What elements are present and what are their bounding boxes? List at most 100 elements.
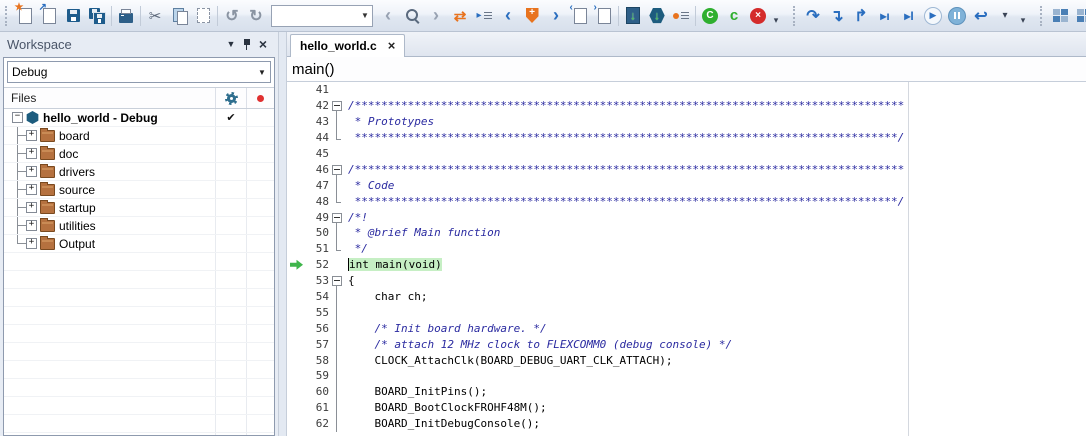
breakpoints-window-icon[interactable] bbox=[669, 3, 693, 29]
breakpoint-gutter[interactable] bbox=[287, 400, 307, 416]
toolbar-overflow-button[interactable]: ▾ bbox=[770, 4, 782, 28]
fold-column[interactable] bbox=[329, 161, 346, 177]
tab-hello-world-c[interactable]: hello_world.c × bbox=[290, 34, 405, 57]
download-and-debug-icon[interactable]: ↓ bbox=[645, 3, 669, 29]
redo-icon[interactable]: ↻ bbox=[244, 3, 268, 29]
tab-close-icon[interactable]: × bbox=[388, 40, 396, 52]
breakpoint-gutter[interactable] bbox=[287, 225, 307, 241]
save-icon[interactable] bbox=[61, 3, 85, 29]
code-text[interactable]: BOARD_InitDebugConsole(); bbox=[348, 417, 540, 430]
workspace-menu-icon[interactable]: ▼ bbox=[223, 36, 239, 52]
tree-item-doc[interactable]: +doc bbox=[4, 145, 274, 163]
breakpoint-gutter[interactable] bbox=[287, 368, 307, 384]
breakpoint-gutter[interactable] bbox=[287, 416, 307, 432]
rebuild-all-icon[interactable]: C bbox=[698, 3, 722, 29]
breakpoint-gutter[interactable] bbox=[287, 304, 307, 320]
fold-column[interactable] bbox=[329, 273, 346, 289]
step-over-icon[interactable]: ↷ bbox=[801, 3, 825, 29]
tree-item-source[interactable]: +source bbox=[4, 181, 274, 199]
tree-expander-icon[interactable]: + bbox=[26, 184, 37, 195]
code-text[interactable]: ****************************************… bbox=[348, 195, 904, 208]
reset-icon[interactable]: ↩ bbox=[969, 3, 993, 29]
breakpoint-gutter[interactable] bbox=[287, 273, 307, 289]
copy-icon[interactable] bbox=[167, 3, 191, 29]
tree-expander-icon[interactable]: + bbox=[26, 148, 37, 159]
tree-item-startup[interactable]: +startup bbox=[4, 199, 274, 217]
print-icon[interactable] bbox=[114, 3, 138, 29]
tree-item-board[interactable]: +board bbox=[4, 127, 274, 145]
code-text[interactable]: int main(void) bbox=[348, 258, 442, 271]
code-text[interactable]: BOARD_InitPins(); bbox=[348, 385, 487, 398]
compile-icon[interactable]: c bbox=[722, 3, 746, 29]
code-text[interactable]: * Prototypes bbox=[348, 115, 434, 128]
step-out-icon[interactable]: ↱ bbox=[849, 3, 873, 29]
navigate-swap-icon[interactable]: ⇄ bbox=[448, 3, 472, 29]
code-text[interactable]: /* attach 12 MHz clock to FLEXCOMM0 (deb… bbox=[348, 338, 732, 351]
code-text[interactable]: * @brief Main function bbox=[348, 226, 500, 239]
prev-bookmark-icon[interactable]: ‹ bbox=[496, 3, 520, 29]
breakpoint-gutter[interactable] bbox=[287, 161, 307, 177]
breakpoint-gutter[interactable] bbox=[287, 82, 307, 98]
tree-expander-icon[interactable]: + bbox=[26, 238, 37, 249]
fold-column[interactable] bbox=[329, 98, 346, 114]
cut-icon[interactable]: ✂ bbox=[143, 3, 167, 29]
tree-expander-icon[interactable]: + bbox=[26, 130, 37, 141]
tree-item-output[interactable]: +Output bbox=[4, 235, 274, 253]
registers-window-icon[interactable] bbox=[1048, 3, 1072, 29]
code-text[interactable]: /*! bbox=[348, 211, 368, 224]
code-text[interactable]: BOARD_BootClockFROHF48M(); bbox=[348, 401, 547, 414]
toggle-bookmark-shield-icon[interactable]: + bbox=[520, 3, 544, 29]
prev-file-icon[interactable]: ‹ bbox=[568, 3, 592, 29]
code-text[interactable]: */ bbox=[348, 242, 368, 255]
save-all-icon[interactable] bbox=[85, 3, 109, 29]
workspace-pin-icon[interactable] bbox=[239, 36, 255, 52]
stop-build-icon[interactable]: × bbox=[746, 3, 770, 29]
breakpoint-gutter[interactable] bbox=[287, 209, 307, 225]
breakpoint-gutter[interactable] bbox=[287, 352, 307, 368]
tree-item-drivers[interactable]: +drivers bbox=[4, 163, 274, 181]
fold-collapse-icon[interactable] bbox=[332, 276, 342, 286]
configuration-select[interactable]: Debug ▼ bbox=[7, 61, 271, 83]
breakpoint-gutter[interactable] bbox=[287, 320, 307, 336]
code-text[interactable]: { bbox=[348, 274, 355, 287]
breakpoint-gutter[interactable] bbox=[287, 257, 307, 273]
paste-icon[interactable] bbox=[191, 3, 215, 29]
code-area[interactable]: 4142/***********************************… bbox=[287, 82, 1086, 436]
breakpoint-gutter[interactable] bbox=[287, 114, 307, 130]
settings-column[interactable] bbox=[215, 88, 246, 108]
code-text[interactable]: * Code bbox=[348, 179, 394, 192]
code-text[interactable]: /* Init board hardware. */ bbox=[348, 322, 547, 335]
new-document-icon[interactable]: ★ bbox=[13, 3, 37, 29]
make-download-icon[interactable]: ↓ bbox=[621, 3, 645, 29]
breakpoint-gutter[interactable] bbox=[287, 98, 307, 114]
next-bookmark-icon[interactable]: › bbox=[544, 3, 568, 29]
next-statement-icon[interactable]: ▸ı bbox=[873, 3, 897, 29]
breakpoint-gutter[interactable] bbox=[287, 336, 307, 352]
bookmark-list-icon[interactable]: ▸ bbox=[472, 3, 496, 29]
code-text[interactable]: /***************************************… bbox=[348, 163, 904, 176]
go-icon[interactable]: ▶ bbox=[921, 3, 945, 29]
breakpoint-gutter[interactable] bbox=[287, 193, 307, 209]
find-next-icon[interactable]: › bbox=[424, 3, 448, 29]
tree-expander-icon[interactable]: − bbox=[12, 112, 23, 123]
breakpoint-gutter[interactable] bbox=[287, 146, 307, 162]
tree-expander-icon[interactable]: + bbox=[26, 220, 37, 231]
code-text[interactable]: /***************************************… bbox=[348, 99, 904, 112]
breakpoint-gutter[interactable] bbox=[287, 241, 307, 257]
step-into-icon[interactable]: ↴ bbox=[825, 3, 849, 29]
tree-item-hello-world-debug[interactable]: −hello_world - Debug✔ bbox=[4, 109, 274, 127]
code-text[interactable]: ****************************************… bbox=[348, 131, 904, 144]
next-file-icon[interactable]: › bbox=[592, 3, 616, 29]
toolbar-grip-handle[interactable] bbox=[1040, 6, 1045, 26]
breakpoint-column[interactable] bbox=[246, 88, 274, 108]
tree-expander-icon[interactable]: + bbox=[26, 166, 37, 177]
memory-window-icon[interactable]: + bbox=[1072, 3, 1086, 29]
breakpoint-gutter[interactable] bbox=[287, 130, 307, 146]
tree-expander-icon[interactable]: + bbox=[26, 202, 37, 213]
fold-collapse-icon[interactable] bbox=[332, 165, 342, 175]
breakpoint-gutter[interactable] bbox=[287, 289, 307, 305]
toolbar-overflow-button[interactable]: ▾ bbox=[1017, 4, 1029, 28]
code-text[interactable]: CLOCK_AttachClk(BOARD_DEBUG_UART_CLK_ATT… bbox=[348, 354, 673, 367]
fold-collapse-icon[interactable] bbox=[332, 101, 342, 111]
fold-column[interactable] bbox=[329, 209, 346, 225]
